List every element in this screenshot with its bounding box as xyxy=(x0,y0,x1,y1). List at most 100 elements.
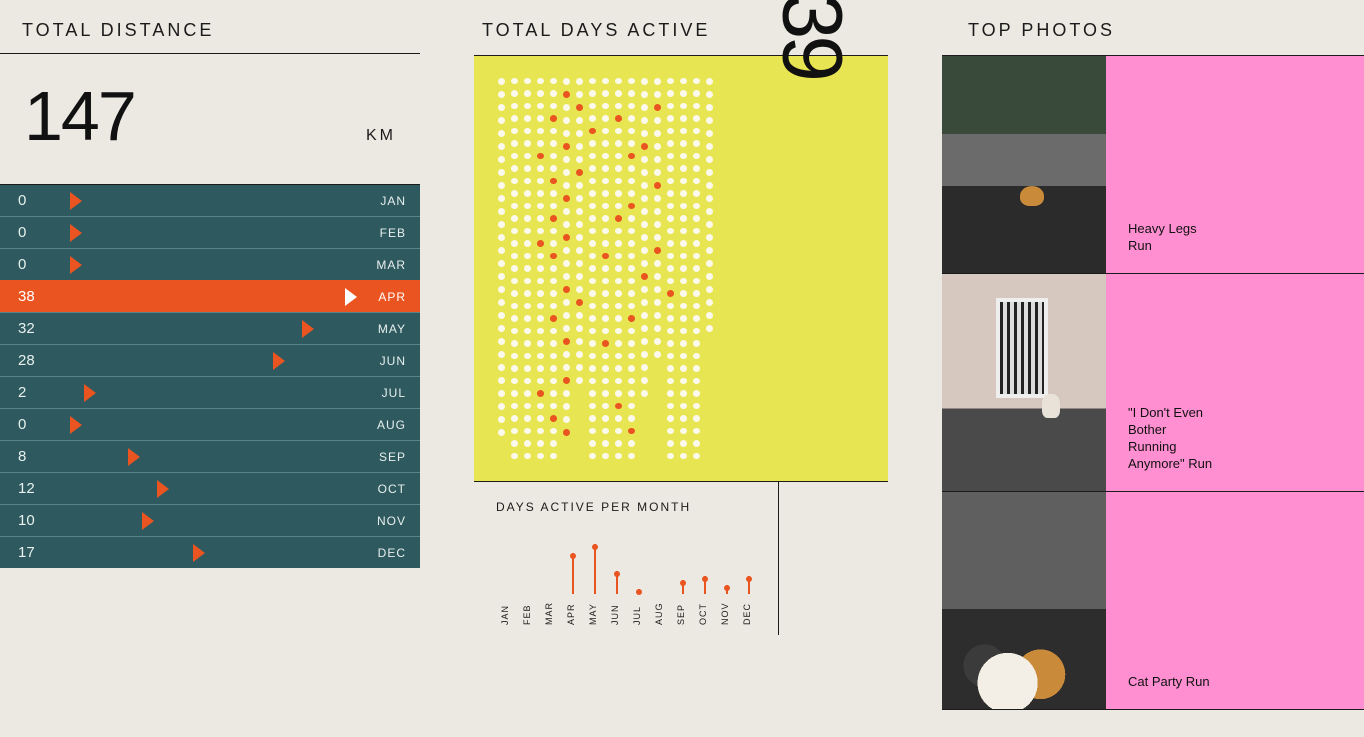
calendar-dot xyxy=(576,299,583,306)
calendar-dot xyxy=(511,428,518,434)
calendar-dot xyxy=(576,364,583,371)
calendar-dot xyxy=(628,253,635,259)
calendar-dot xyxy=(667,290,674,296)
bar-month-label: FEB xyxy=(380,226,406,240)
bar-month-label: JUL xyxy=(382,386,406,400)
calendar-dot xyxy=(576,247,583,254)
calendar-dot xyxy=(667,115,674,121)
calendar-dot xyxy=(550,165,557,171)
calendar-dot xyxy=(680,453,687,459)
calendar-dot xyxy=(498,221,505,228)
distance-bar-aug: 0AUG xyxy=(0,408,420,440)
play-icon xyxy=(128,448,140,466)
calendar-dot xyxy=(667,440,674,446)
calendar-dot xyxy=(641,117,648,124)
calendar-dot xyxy=(550,178,557,184)
calendar-dot xyxy=(563,312,570,319)
calendar-dot xyxy=(615,90,622,96)
calendar-dot xyxy=(680,228,687,234)
calendar-dot xyxy=(589,178,596,184)
calendar-dot xyxy=(628,240,635,246)
lolli-label: SEP xyxy=(676,602,690,625)
calendar-dot xyxy=(550,390,557,396)
calendar-dot xyxy=(576,156,583,163)
play-icon xyxy=(193,544,205,562)
calendar-dot xyxy=(628,290,635,296)
lolli-label: APR xyxy=(566,602,580,625)
calendar-dot xyxy=(615,140,622,146)
calendar-dot xyxy=(641,260,648,267)
calendar-dot xyxy=(589,240,596,246)
calendar-dot xyxy=(537,278,544,284)
calendar-dot xyxy=(615,453,622,459)
calendar-dot xyxy=(524,278,531,284)
photo-row: Cat Party Run xyxy=(942,492,1364,710)
calendar-dot xyxy=(615,328,622,334)
calendar-dot xyxy=(550,128,557,134)
calendar-dot xyxy=(667,178,674,184)
calendar-dot xyxy=(667,215,674,221)
photo-thumbnail[interactable] xyxy=(942,274,1106,491)
calendar-dot xyxy=(628,440,635,446)
calendar-dot xyxy=(602,415,609,421)
calendar-dot xyxy=(667,353,674,359)
calendar-dot xyxy=(628,178,635,184)
photo-thumbnail[interactable] xyxy=(942,492,1106,709)
calendar-dot xyxy=(615,253,622,259)
calendar-dot xyxy=(628,78,635,84)
bar-value: 0 xyxy=(18,256,26,273)
distance-bar-feb: 0 FEB xyxy=(0,216,420,248)
calendar-dot xyxy=(667,128,674,134)
bar-month-label: DEC xyxy=(378,546,406,560)
calendar-dot xyxy=(576,182,583,189)
calendar-dot xyxy=(602,128,609,134)
calendar-dot xyxy=(706,325,713,332)
calendar-dot xyxy=(693,265,700,271)
calendar-dot xyxy=(667,265,674,271)
calendar-dot xyxy=(563,299,570,306)
calendar-dot xyxy=(524,228,531,234)
calendar-dot xyxy=(680,390,687,396)
calendar-dot xyxy=(667,328,674,334)
calendar-dot xyxy=(667,228,674,234)
calendar-dot xyxy=(654,221,661,228)
calendar-dot xyxy=(693,278,700,284)
calendar-dot xyxy=(615,103,622,109)
calendar-dot xyxy=(693,303,700,309)
calendar-dot xyxy=(693,340,700,346)
calendar-dot xyxy=(589,278,596,284)
calendar-dot xyxy=(550,378,557,384)
calendar-dot xyxy=(615,128,622,134)
calendar-dot xyxy=(706,169,713,176)
calendar-dot xyxy=(641,156,648,163)
bar-month-label: AUG xyxy=(377,418,406,432)
calendar-dot xyxy=(706,117,713,124)
calendar-dot xyxy=(602,278,609,284)
calendar-dot xyxy=(641,130,648,137)
calendar-dot xyxy=(498,390,505,397)
calendar-dot xyxy=(550,228,557,234)
calendar-dot xyxy=(511,203,518,209)
calendar-dot xyxy=(589,315,596,321)
calendar-dot xyxy=(589,215,596,221)
calendar-dot xyxy=(654,234,661,241)
calendar-dot xyxy=(524,153,531,159)
calendar-dot xyxy=(511,215,518,221)
bar-value: 0 xyxy=(18,224,26,241)
calendar-dot xyxy=(550,103,557,109)
calendar-dot xyxy=(524,140,531,146)
calendar-dot xyxy=(550,365,557,371)
calendar-dot xyxy=(498,78,505,85)
calendar-dot xyxy=(693,365,700,371)
calendar-dot xyxy=(589,203,596,209)
calendar-dot xyxy=(615,428,622,434)
lolli-label: MAY xyxy=(588,602,602,625)
photo-thumbnail[interactable] xyxy=(942,56,1106,273)
lolli-label: NOV xyxy=(720,602,734,625)
calendar-dot xyxy=(602,240,609,246)
calendar-dot xyxy=(667,390,674,396)
calendar-dot xyxy=(537,315,544,321)
calendar-dot xyxy=(654,156,661,163)
calendar-dot xyxy=(563,208,570,215)
calendar-dot xyxy=(641,91,648,98)
